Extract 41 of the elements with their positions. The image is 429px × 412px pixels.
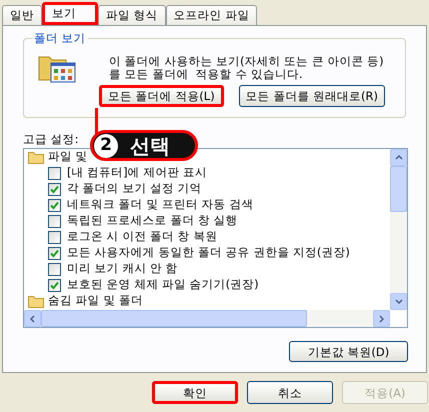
checkbox[interactable] [48,198,61,212]
checkbox-label: 각 폴더의 보기 설정 기억 [67,180,202,198]
caret-right-icon [379,314,384,322]
button[interactable]: 모든 폴더를 원래대로(R) [238,85,385,107]
section-label: 고급 설정: [23,132,79,146]
checkbox-label: 미리 보기 캐시 안 함 [67,260,178,278]
button[interactable]: 모든 폴더에 적용(L) [99,85,224,107]
checkbox[interactable] [48,166,61,180]
checkbox-label: 로그온 시 이전 폴더 창 복원 [67,228,218,246]
checkbox[interactable] [48,278,61,292]
caret-up-icon [394,155,402,160]
horizontal-scrollbar[interactable] [24,310,390,327]
tab[interactable]: 오프라인 파일 [166,5,258,25]
step-number: 2 [94,134,118,158]
checkbox-label: [내 컴퓨터]에 제어판 표시 [67,164,207,182]
button[interactable]: 취소 [247,381,333,404]
folder-icon [28,150,44,164]
restore-defaults-button[interactable]: 기본값 복원(D) [289,341,408,362]
checkbox-label: 모든 사용자에게 동일한 폴더 공유 권한을 지정(권장) [67,244,350,262]
checkbox-label: 보호된 운영 체제 파일 숨기기(권장) [67,276,259,294]
description-text: 이 폴더에 사용하는 보기(자세히 또는 큰 아이콘 등) 를 모든 폴더에 적용할 수 있습니다. [109,55,384,81]
checkbox[interactable] [48,230,61,244]
checkbox[interactable] [48,246,61,260]
folder-icon [28,294,44,308]
caret-left-icon [30,314,35,322]
caret-down-icon [394,299,402,304]
folder-label: 숨김 파일 및 폴더 [48,292,143,310]
checkbox-label: 독립된 프로세스로 폴더 창 실행 [67,212,238,230]
button: 적용(A) [342,381,428,404]
tab[interactable]: 보기 [42,2,98,25]
tab[interactable]: 파일 형식 [98,5,166,25]
callout-label: 선택 [130,134,170,158]
checkbox[interactable] [48,182,61,196]
folder-label: 파일 및 [48,149,88,166]
tab[interactable]: 일반 [2,5,42,25]
checkbox[interactable] [48,262,61,276]
checkbox[interactable] [48,214,61,228]
group-title: 폴더 보기 [32,30,88,46]
button[interactable]: 확인 [152,381,238,404]
vertical-scrollbar[interactable] [390,149,407,310]
checkbox-label: 네트워크 폴더 및 프린터 자동 검색 [67,196,254,214]
